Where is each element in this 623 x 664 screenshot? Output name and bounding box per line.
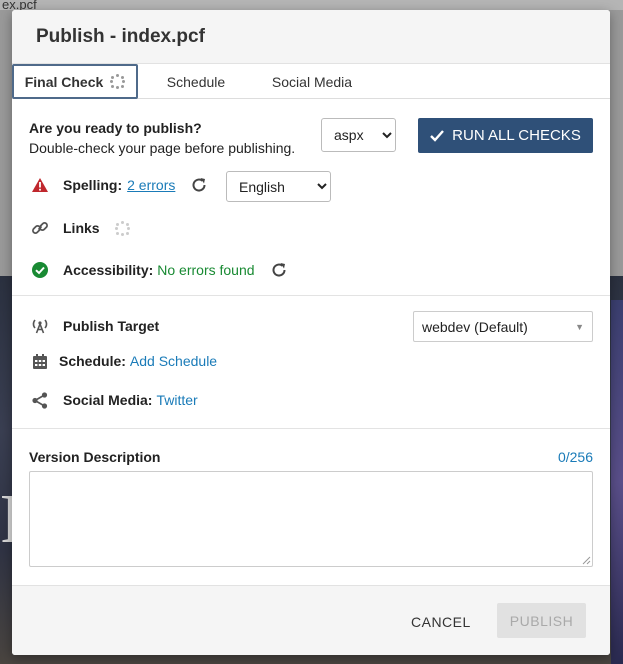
- loading-spinner-icon: [110, 74, 126, 89]
- publish-dialog: Publish - index.pcf Final Check Schedule…: [12, 10, 610, 655]
- dialog-footer: CANCEL PUBLISH: [12, 585, 610, 655]
- dropdown-caret-icon: ▼: [575, 322, 584, 332]
- divider: [12, 295, 610, 296]
- file-format-select[interactable]: aspx: [321, 118, 396, 152]
- spelling-language-select[interactable]: English: [226, 171, 331, 202]
- social-media-row: Social Media: Twitter: [30, 390, 198, 410]
- tab-final-check[interactable]: Final Check: [12, 64, 138, 99]
- link-icon: [30, 218, 50, 238]
- calendar-icon: [30, 351, 50, 371]
- checkmark-icon: [430, 129, 445, 142]
- publish-target-select[interactable]: webdev (Default) ▼: [413, 311, 593, 342]
- publish-target-row: Publish Target: [30, 316, 159, 336]
- tab-bar: Final Check Schedule Social Media: [12, 64, 610, 99]
- spelling-row: Spelling: 2 errors: [30, 175, 209, 195]
- tab-schedule[interactable]: Schedule: [148, 64, 244, 99]
- accessibility-result: No errors found: [157, 262, 255, 278]
- publish-button[interactable]: PUBLISH: [497, 603, 586, 638]
- share-icon: [30, 390, 50, 410]
- tab-social-media[interactable]: Social Media: [258, 64, 366, 99]
- tab-social-media-label: Social Media: [271, 73, 353, 90]
- accessibility-row: Accessibility: No errors found: [30, 260, 289, 280]
- tab-schedule-label: Schedule: [166, 73, 226, 90]
- dialog-title: Publish - index.pcf: [36, 26, 205, 47]
- schedule-label: Schedule:: [59, 353, 126, 369]
- ready-subtext: Double-check your page before publishing…: [29, 140, 296, 156]
- version-description-input[interactable]: [29, 471, 593, 567]
- refresh-accessibility-icon[interactable]: [269, 260, 289, 280]
- publish-target-value: webdev (Default): [422, 319, 528, 335]
- ready-heading: Are you ready to publish?: [29, 120, 202, 136]
- run-all-checks-label: RUN ALL CHECKS: [452, 127, 581, 144]
- social-media-label: Social Media:: [63, 392, 153, 408]
- accessibility-label: Accessibility:: [63, 262, 154, 278]
- spelling-label: Spelling:: [63, 177, 123, 193]
- character-counter: 0/256: [557, 449, 593, 465]
- dialog-header: Publish - index.pcf: [12, 10, 610, 64]
- schedule-row: Schedule: Add Schedule: [30, 351, 217, 371]
- spelling-errors-link[interactable]: 2 errors: [127, 177, 175, 193]
- links-row: Links: [30, 218, 130, 238]
- divider: [12, 428, 610, 429]
- add-schedule-link[interactable]: Add Schedule: [130, 353, 217, 369]
- warning-triangle-icon: [30, 175, 50, 195]
- links-loading-spinner-icon: [114, 220, 130, 236]
- cancel-button[interactable]: CANCEL: [411, 614, 471, 630]
- resize-handle-icon[interactable]: [582, 556, 591, 565]
- publish-button-label: PUBLISH: [509, 612, 574, 629]
- run-all-checks-button[interactable]: RUN ALL CHECKS: [418, 118, 593, 153]
- refresh-spelling-icon[interactable]: [189, 175, 209, 195]
- check-circle-icon: [30, 260, 50, 280]
- version-description-label: Version Description: [29, 449, 161, 465]
- background-photo-edge: [611, 300, 623, 664]
- links-label: Links: [63, 220, 100, 236]
- tab-final-check-label: Final Check: [24, 73, 104, 90]
- background-strip: [0, 0, 623, 10]
- broadcast-tower-icon: [30, 316, 50, 336]
- publish-target-label: Publish Target: [63, 318, 160, 334]
- twitter-link[interactable]: Twitter: [156, 392, 197, 408]
